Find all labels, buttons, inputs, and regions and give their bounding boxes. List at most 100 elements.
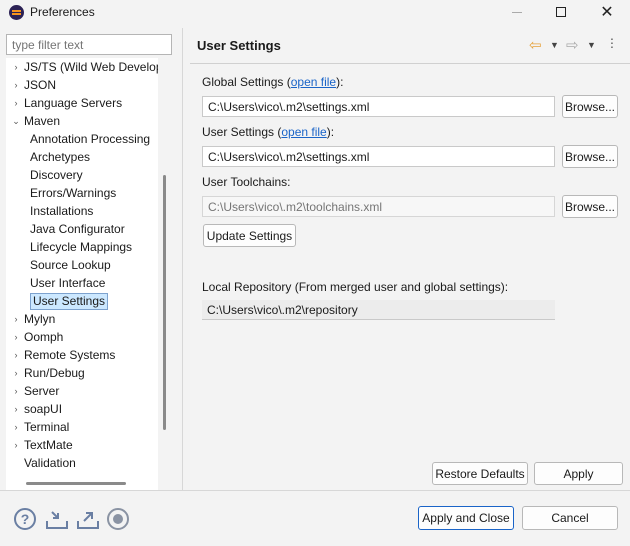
tree-item[interactable]: Installations (30, 202, 93, 220)
update-settings-button[interactable]: Update Settings (203, 224, 296, 247)
tree-item[interactable]: Lifecycle Mappings (30, 238, 132, 256)
tree-item[interactable]: Java Configurator (30, 220, 125, 238)
global-settings-open-file-link[interactable]: open file (291, 75, 336, 89)
chevron-right-icon[interactable]: › (10, 310, 22, 328)
chevron-right-icon[interactable]: › (10, 346, 22, 364)
global-settings-label-suffix: ): (336, 75, 344, 89)
minimize-icon (512, 11, 522, 13)
tree-item-label: Annotation Processing (30, 132, 151, 146)
tree-horizontal-scrollbar[interactable] (26, 482, 126, 485)
chevron-right-icon[interactable]: › (10, 418, 22, 436)
page-title: User Settings (197, 38, 281, 53)
tree-item-label: Source Lookup (30, 258, 111, 272)
apply-button[interactable]: Apply (534, 462, 623, 485)
minimize-button[interactable] (494, 0, 540, 24)
tree-item[interactable]: Errors/Warnings (30, 184, 116, 202)
chevron-right-icon[interactable]: › (10, 94, 22, 112)
local-repository-label: Local Repository (From merged user and g… (202, 280, 509, 294)
tree-item[interactable]: Archetypes (30, 148, 90, 166)
chevron-right-icon[interactable]: › (10, 400, 22, 418)
tree-item[interactable]: › JSON (10, 76, 57, 94)
user-toolchains-field[interactable] (202, 196, 555, 217)
forward-arrow-icon[interactable]: ⇨ (566, 36, 586, 54)
back-history-dropdown-icon[interactable]: ▼ (550, 36, 560, 54)
chevron-right-icon[interactable]: › (10, 436, 22, 454)
tree-item-label: Archetypes (30, 150, 91, 164)
tree-item-label: Run/Debug (24, 366, 85, 380)
cancel-button[interactable]: Cancel (522, 506, 618, 530)
chevron-right-icon[interactable]: › (10, 382, 22, 400)
window-title: Preferences (30, 5, 95, 19)
tree-item[interactable]: › Run/Debug (10, 364, 85, 382)
tree-item[interactable]: ›JS/TS (Wild Web Developer) (10, 58, 159, 76)
back-arrow-icon[interactable]: ⇦ (529, 36, 549, 54)
tree-item[interactable]: › Mylyn (10, 310, 56, 328)
tree-item-label: JS/TS (Wild Web Developer) (24, 60, 158, 74)
tree-item[interactable]: User Interface (30, 274, 105, 292)
tree-item[interactable]: › Oomph (10, 328, 64, 346)
tree-item-label: TextMate (24, 438, 73, 452)
chevron-right-icon[interactable]: › (10, 76, 22, 94)
tree-item[interactable]: Validation (10, 454, 76, 472)
tree-item-label: Java Configurator (30, 222, 125, 236)
tree-item[interactable]: › TextMate (10, 436, 73, 454)
header-divider (190, 63, 630, 64)
preferences-tree-panel: ›JS/TS (Wild Web Developer)›JSON›Languag… (6, 30, 174, 506)
tree-item-label: User Interface (30, 276, 106, 290)
title-bar: Preferences ✕ (0, 0, 630, 24)
restore-defaults-button[interactable]: Restore Defaults (432, 462, 528, 485)
export-icon[interactable] (76, 508, 100, 532)
tree-item-label: User Settings (30, 292, 109, 310)
help-icon[interactable]: ? (14, 508, 36, 530)
tree-item[interactable]: › Server (10, 382, 60, 400)
record-icon[interactable] (107, 508, 129, 530)
eclipse-icon (9, 5, 24, 20)
tree-item-label: Remote Systems (24, 348, 116, 362)
chevron-right-icon[interactable]: › (10, 364, 22, 382)
tree-item-label: Server (24, 384, 60, 398)
maximize-button[interactable] (538, 0, 584, 24)
tree-item[interactable]: Discovery (30, 166, 83, 184)
dialog-footer: ? Apply and Close Cancel (0, 491, 630, 546)
tree-item-label: Validation (24, 456, 76, 470)
close-button[interactable]: ✕ (584, 0, 630, 24)
view-menu-icon[interactable]: · · · (609, 31, 615, 54)
global-settings-label: Global Settings (open file): (202, 75, 343, 89)
user-settings-label: User Settings (open file): (202, 125, 334, 139)
user-settings-browse-button[interactable]: Browse... (562, 145, 618, 168)
tree-item[interactable]: User Settings (30, 292, 109, 310)
tree-item[interactable]: ⌄ Maven (10, 112, 60, 130)
user-toolchains-label: User Toolchains: (202, 175, 291, 189)
tree-vertical-scrollbar[interactable] (163, 175, 166, 430)
user-settings-field[interactable] (202, 146, 555, 167)
close-icon: ✕ (600, 2, 614, 21)
tree-item[interactable]: Annotation Processing (30, 130, 150, 148)
tree-item-label: Language Servers (24, 96, 123, 110)
tree-item[interactable]: Source Lookup (30, 256, 111, 274)
chevron-down-icon[interactable]: ⌄ (10, 112, 22, 130)
tree-item-label: Oomph (24, 330, 64, 344)
forward-history-dropdown-icon[interactable]: ▼ (587, 36, 597, 54)
import-icon[interactable] (45, 508, 69, 532)
chevron-right-icon[interactable]: › (10, 58, 22, 76)
tree-item-label: Discovery (30, 168, 83, 182)
user-toolchains-browse-button[interactable]: Browse... (562, 195, 618, 218)
user-settings-open-file-link[interactable]: open file (281, 125, 326, 139)
tree-item[interactable]: › soapUI (10, 400, 63, 418)
tree-item[interactable]: › Remote Systems (10, 346, 116, 364)
panel-splitter[interactable] (182, 28, 183, 490)
local-repository-value: C:\Users\vico\.m2\repository (202, 300, 555, 320)
preferences-tree[interactable]: ›JS/TS (Wild Web Developer)›JSON›Languag… (6, 58, 158, 506)
apply-and-close-button[interactable]: Apply and Close (418, 506, 514, 530)
chevron-right-icon[interactable]: › (10, 328, 22, 346)
tree-item-label: Terminal (24, 420, 70, 434)
global-settings-browse-button[interactable]: Browse... (562, 95, 618, 118)
global-settings-field[interactable] (202, 96, 555, 117)
tree-item-label: Lifecycle Mappings (30, 240, 133, 254)
global-settings-label-text: Global Settings ( (202, 75, 291, 89)
tree-item[interactable]: › Terminal (10, 418, 70, 436)
tree-item-label: Mylyn (24, 312, 56, 326)
filter-input[interactable] (6, 34, 172, 55)
no-children-spacer (10, 454, 22, 472)
tree-item[interactable]: › Language Servers (10, 94, 123, 112)
